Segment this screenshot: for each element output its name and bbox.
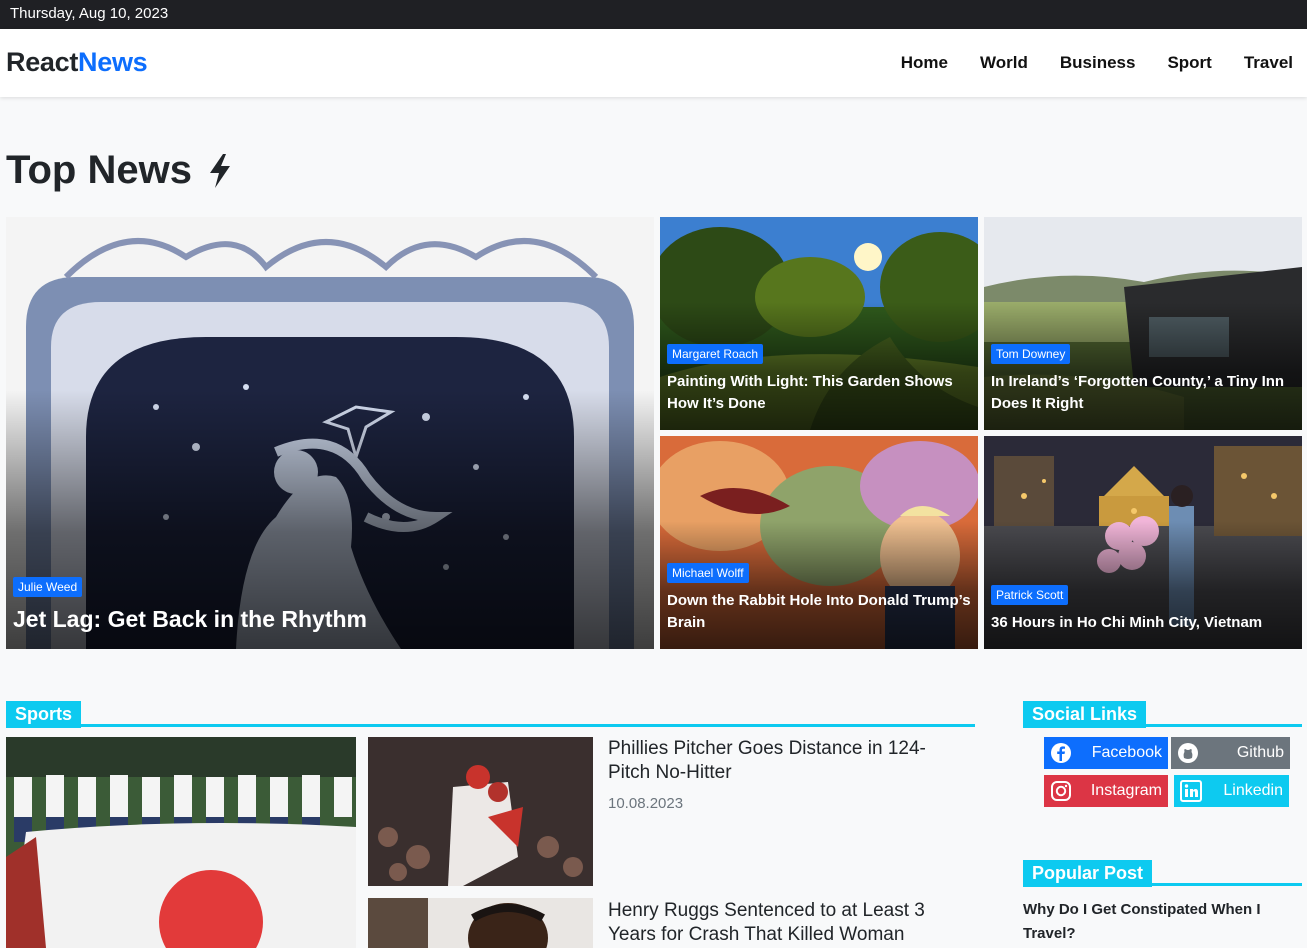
news-card-meta: Patrick Scott 36 Hours in Ho Chi Minh Ci… xyxy=(991,585,1295,634)
instagram-label: Instagram xyxy=(1090,782,1162,799)
news-card-title[interactable]: Down the Rabbit Hole Into Donald Trump’s… xyxy=(667,590,971,634)
baseball-image xyxy=(368,737,593,886)
news-card-trump[interactable]: Michael Wolff Down the Rabbit Hole Into … xyxy=(660,436,978,649)
facebook-label: Facebook xyxy=(1091,744,1162,761)
author-badge[interactable]: Patrick Scott xyxy=(991,585,1069,605)
sports-featured-image[interactable] xyxy=(6,737,356,948)
social-heading: Social Links xyxy=(1023,701,1147,728)
linkedin-label: Linkedin xyxy=(1223,782,1283,799)
featured-news-card[interactable]: Julie Weed Jet Lag: Get Back in the Rhyt… xyxy=(6,217,654,649)
post-title[interactable]: Henry Ruggs Sentenced to at Least 3 Year… xyxy=(608,899,963,947)
post-image-phillies[interactable] xyxy=(368,737,593,886)
brand-logo[interactable]: ReactNews xyxy=(6,47,148,78)
news-card-meta: Margaret Roach Painting With Light: This… xyxy=(667,344,971,415)
nav-world[interactable]: World xyxy=(980,53,1028,73)
popular-heading: Popular Post xyxy=(1023,860,1153,887)
news-card-meta: Michael Wolff Down the Rabbit Hole Into … xyxy=(667,563,971,634)
facebook-icon xyxy=(1046,738,1076,768)
linkedin-icon xyxy=(1176,776,1206,806)
author-badge[interactable]: Julie Weed xyxy=(13,577,83,597)
brand-logo-part1: React xyxy=(6,47,79,77)
brand-logo-part2: News xyxy=(78,47,148,77)
instagram-button[interactable]: Instagram xyxy=(1044,775,1168,807)
sports-header-line xyxy=(6,724,975,727)
news-card-title[interactable]: In Ireland’s ‘Forgotten County,’ a Tiny … xyxy=(991,371,1295,415)
current-date: Thursday, Aug 10, 2023 xyxy=(10,5,169,22)
lightning-bolt-icon xyxy=(209,153,230,188)
linkedin-button[interactable]: Linkedin xyxy=(1174,775,1289,807)
post-title[interactable]: Phillies Pitcher Goes Distance in 124-Pi… xyxy=(608,737,963,785)
news-card-ireland[interactable]: Tom Downey In Ireland’s ‘Forgotten Count… xyxy=(984,217,1302,430)
instagram-icon xyxy=(1046,776,1076,806)
news-card-vietnam[interactable]: Patrick Scott 36 Hours in Ho Chi Minh Ci… xyxy=(984,436,1302,649)
post-image-ruggs[interactable] xyxy=(368,898,593,948)
news-card-meta: Tom Downey In Ireland’s ‘Forgotten Count… xyxy=(991,344,1295,415)
author-badge[interactable]: Tom Downey xyxy=(991,344,1071,364)
main-nav: Home World Business Sport Travel xyxy=(901,53,1293,73)
post-date: 10.08.2023 xyxy=(608,795,684,812)
top-news-heading: Top News xyxy=(6,148,234,193)
news-card-title[interactable]: Painting With Light: This Garden Shows H… xyxy=(667,371,971,415)
navbar: ReactNews Home World Business Sport Trav… xyxy=(0,29,1307,97)
github-label: Github xyxy=(1236,744,1284,761)
popular-post-title[interactable]: Why Do I Get Constipated When I Travel? xyxy=(1023,898,1293,946)
author-badge[interactable]: Michael Wolff xyxy=(667,563,749,583)
featured-news-title[interactable]: Jet Lag: Get Back in the Rhythm xyxy=(13,604,647,634)
top-date-bar: Thursday, Aug 10, 2023 xyxy=(0,0,1307,29)
news-card-title[interactable]: 36 Hours in Ho Chi Minh City, Vietnam xyxy=(991,612,1295,634)
nav-business[interactable]: Business xyxy=(1060,53,1136,73)
author-badge[interactable]: Margaret Roach xyxy=(667,344,764,364)
portrait-image xyxy=(368,898,593,948)
facebook-button[interactable]: Facebook xyxy=(1044,737,1168,769)
nav-travel[interactable]: Travel xyxy=(1244,53,1293,73)
nav-sport[interactable]: Sport xyxy=(1167,53,1211,73)
top-news-title: Top News xyxy=(6,148,192,192)
japan-team-image xyxy=(6,737,356,948)
sports-heading: Sports xyxy=(6,701,82,728)
nav-home[interactable]: Home xyxy=(901,53,948,73)
featured-news-meta: Julie Weed Jet Lag: Get Back in the Rhyt… xyxy=(13,577,647,634)
news-card-garden[interactable]: Margaret Roach Painting With Light: This… xyxy=(660,217,978,430)
github-icon xyxy=(1173,738,1203,768)
github-button[interactable]: Github xyxy=(1171,737,1290,769)
